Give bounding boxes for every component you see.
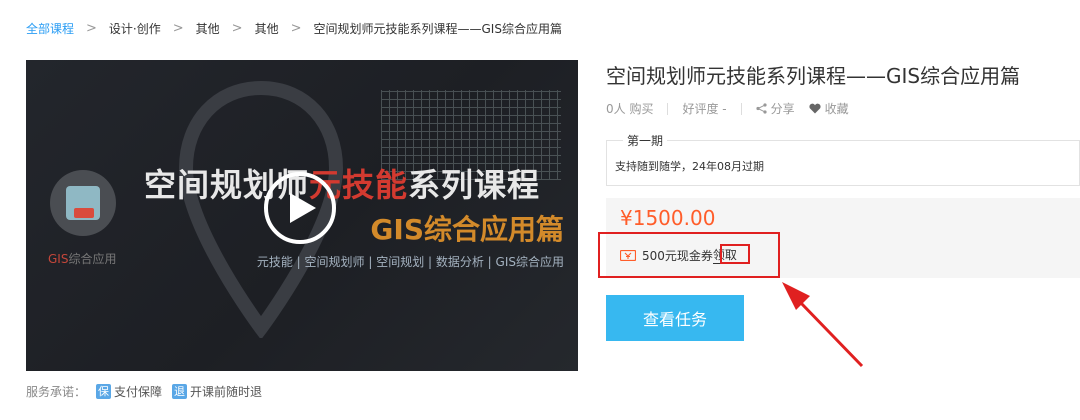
view-tasks-button[interactable]: 查看任务 — [606, 295, 744, 341]
breadcrumb-other-sub[interactable]: 其他 — [255, 20, 279, 37]
course-meta: 0人 购买 好评度 - 分享 收藏 — [606, 100, 849, 117]
price: ¥1500.00 — [620, 206, 716, 230]
favorite-button[interactable]: 收藏 — [809, 100, 849, 117]
refund-icon: 退 — [172, 383, 188, 399]
period-selector[interactable]: 第一期 支持随到随学，24年08月过期 — [606, 132, 1080, 186]
divider — [740, 102, 742, 115]
breadcrumb-all-courses[interactable]: 全部课程 — [26, 20, 74, 37]
heart-icon — [809, 103, 821, 114]
video-subtitle: GIS综合应用篇 — [370, 213, 564, 246]
breadcrumb-current: 空间规划师元技能系列课程——GIS综合应用篇 — [313, 21, 562, 36]
breadcrumb-separator: > — [231, 20, 243, 36]
breadcrumb-separator: > — [86, 20, 97, 36]
course-video-player[interactable]: GIS综合应用 空间规划师元技能系列课程 GIS综合应用篇 元技能 | 空间规划… — [26, 60, 578, 371]
breadcrumb-design[interactable]: 设计·创作 — [109, 20, 161, 37]
shield-icon: 保 — [96, 383, 112, 399]
service-promise: 服务承诺： 保 支付保障 退 开课前随时退 — [26, 381, 262, 401]
share-icon — [756, 103, 767, 114]
share-button[interactable]: 分享 — [756, 100, 795, 117]
period-description: 支持随到随学，24年08月过期 — [615, 160, 764, 173]
gis-logo-icon — [50, 170, 116, 236]
rating: 好评度 - — [682, 102, 727, 116]
period-legend: 第一期 — [623, 132, 668, 149]
refund-badge: 退 开课前随时退 — [172, 383, 263, 399]
divider — [667, 102, 669, 115]
breadcrumb-other[interactable]: 其他 — [196, 20, 220, 37]
annotation-arrow — [782, 282, 864, 368]
gis-logo-text: GIS综合应用 — [48, 252, 117, 266]
breadcrumb-separator: > — [290, 20, 302, 36]
buyer-count: 0人 购买 — [606, 102, 654, 116]
play-icon — [290, 193, 316, 223]
annotation-highlight-box — [598, 232, 780, 278]
play-button[interactable] — [264, 172, 336, 244]
payment-guarantee-badge: 保 支付保障 — [96, 383, 163, 399]
video-title: 空间规划师元技能系列课程 — [144, 166, 541, 204]
breadcrumb: 全部课程 > 设计·创作 > 其他 > 其他 > 空间规划师元技能系列课程——G… — [26, 18, 562, 38]
video-tagline: 元技能 | 空间规划师 | 空间规划 | 数据分析 | GIS综合应用 — [256, 255, 564, 269]
service-promise-label: 服务承诺： — [26, 384, 87, 399]
annotation-claim-box — [720, 244, 750, 264]
course-title: 空间规划师元技能系列课程——GIS综合应用篇 — [606, 64, 1021, 88]
breadcrumb-separator: > — [172, 20, 184, 36]
